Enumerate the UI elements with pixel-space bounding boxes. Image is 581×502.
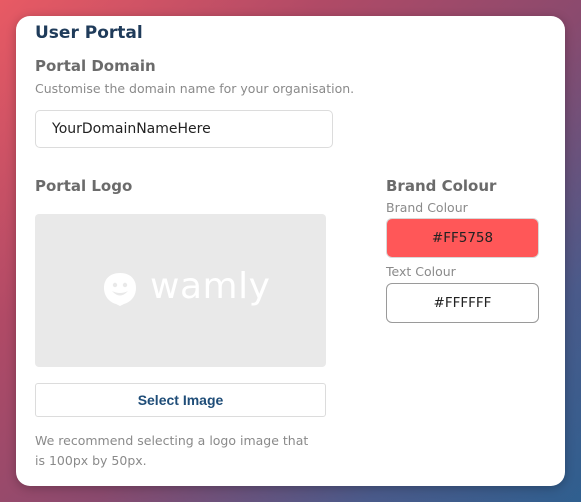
user-portal-card: User Portal Portal Domain Customise the …	[16, 16, 565, 486]
wamly-wordmark: wamly	[150, 266, 271, 307]
portal-domain-input[interactable]: YourDomainNameHere	[35, 110, 333, 148]
portal-logo-heading: Portal Logo	[35, 177, 133, 195]
text-colour-input[interactable]: #FFFFFF	[386, 283, 539, 323]
portal-domain-heading: Portal Domain	[35, 57, 156, 75]
logo-recommendation-line1: We recommend selecting a logo image that	[35, 433, 309, 448]
wamly-logo-icon	[104, 273, 136, 306]
brand-colour-heading: Brand Colour	[386, 177, 497, 195]
logo-preview: wamly	[35, 214, 326, 367]
select-image-button[interactable]: Select Image	[35, 383, 326, 417]
portal-domain-help: Customise the domain name for your organ…	[35, 81, 355, 96]
brand-colour-label: Brand Colour	[386, 200, 468, 215]
logo-recommendation-line2: is 100px by 50px.	[35, 453, 147, 468]
brand-colour-input[interactable]: #FF5758	[386, 218, 539, 258]
page-title: User Portal	[35, 23, 143, 43]
text-colour-label: Text Colour	[386, 264, 456, 279]
